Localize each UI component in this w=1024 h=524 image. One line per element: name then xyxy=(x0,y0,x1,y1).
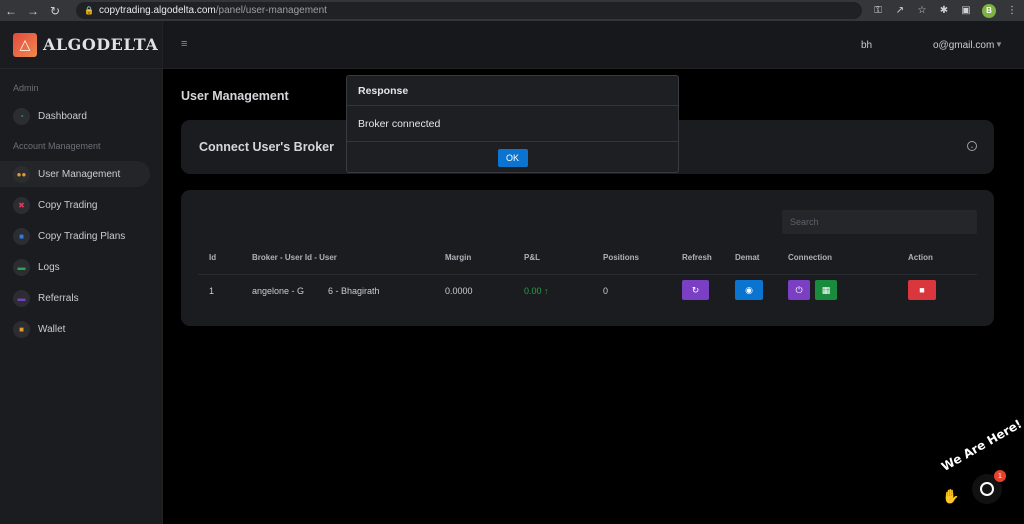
star-icon[interactable]: ☆ xyxy=(916,5,928,17)
brand[interactable]: △ ALGODELTA xyxy=(0,21,162,69)
ok-button[interactable]: OK xyxy=(497,148,528,167)
sidebar-item-label: Wallet xyxy=(38,323,66,335)
column-header-action: Action xyxy=(908,253,933,262)
chat-widget[interactable]: We Are Here! ✋ 1 xyxy=(938,417,1024,524)
trash-icon: ■ xyxy=(919,285,925,295)
demat-view-button[interactable]: ◉ xyxy=(735,280,763,300)
top-bar: ≡ bh o@gmail.com ▼ xyxy=(163,21,1024,69)
connect-broker-title[interactable]: Connect User's Broker xyxy=(199,140,334,154)
sidebar-item-label: User Management xyxy=(38,168,121,180)
referral-icon: ▬ xyxy=(13,289,30,307)
power-button[interactable]: ⏻ xyxy=(788,280,810,300)
chevron-down-icon[interactable]: ▼ xyxy=(995,40,1003,49)
sidebar-item-logs[interactable]: ▬ Logs xyxy=(0,254,150,280)
cell-positions: 0 xyxy=(603,286,609,296)
refresh-button[interactable]: ↻ xyxy=(682,280,709,300)
url-host: copytrading.algodelta.com xyxy=(99,5,216,16)
section-label-account: Account Management xyxy=(13,141,101,151)
column-header-positions: Positions xyxy=(603,253,640,262)
copy-icon: ✖ xyxy=(13,196,30,214)
users-table-card: Id Broker - User Id - User Margin P&L Po… xyxy=(181,190,994,326)
column-header-pl: P&L xyxy=(524,253,540,262)
chat-badge: 1 xyxy=(994,470,1006,482)
lock-icon: 🔒 xyxy=(84,6,94,15)
cell-id: 1 xyxy=(209,286,215,296)
modal-footer: OK xyxy=(347,142,678,173)
sidebar-item-copy-trading[interactable]: ✖ Copy Trading xyxy=(0,192,150,218)
column-header-margin: Margin xyxy=(445,253,472,262)
menu-dots-icon[interactable]: ⋮ xyxy=(1006,5,1018,17)
users-icon: ●● xyxy=(13,165,30,183)
delete-button[interactable]: ■ xyxy=(908,280,936,300)
sidebar-item-dashboard[interactable]: ◔ Dashboard xyxy=(0,103,150,129)
cell-pl: 0.00 ↑ xyxy=(524,286,549,296)
sidebar-item-label: Logs xyxy=(38,261,60,273)
share-icon[interactable]: ↗ xyxy=(894,5,906,17)
response-modal: Response Broker connected OK xyxy=(346,75,679,173)
plans-icon: ■ xyxy=(13,227,30,245)
sidepanel-icon[interactable]: ▣ xyxy=(960,5,972,17)
wallet-icon: ■ xyxy=(13,320,30,338)
extensions-icon[interactable]: ✱ xyxy=(938,5,950,17)
sidebar-item-label: Copy Trading xyxy=(38,199,98,211)
chat-label: We Are Here! xyxy=(939,416,1024,474)
connect-broker-button[interactable]: ▦ xyxy=(815,280,837,300)
table-divider xyxy=(198,274,977,275)
brand-name: ALGODELTA xyxy=(43,35,159,54)
sidebar-item-user-management[interactable]: ●● User Management xyxy=(0,161,150,187)
column-header-broker: Broker - User Id - User xyxy=(252,253,337,262)
forward-icon[interactable]: → xyxy=(22,0,44,21)
section-label-admin: Admin xyxy=(13,83,39,93)
user-short-name: bh xyxy=(861,40,873,51)
url-path: /panel/user-management xyxy=(215,5,327,16)
gauge-icon: ◔ xyxy=(13,107,30,125)
column-header-connection: Connection xyxy=(788,253,832,262)
modal-message: Broker connected xyxy=(347,106,678,142)
chevron-circle-icon[interactable]: ⌄ xyxy=(967,141,977,151)
hamburger-icon[interactable]: ≡ xyxy=(181,38,187,50)
column-header-demat: Demat xyxy=(735,253,760,262)
cell-broker: angelone - G xyxy=(252,286,305,296)
sidebar-item-label: Copy Trading Plans xyxy=(38,230,126,242)
sidebar: △ ALGODELTA Admin ◔ Dashboard Account Ma… xyxy=(0,21,163,524)
reload-icon[interactable]: ↻ xyxy=(44,0,66,21)
sidebar-item-label: Referrals xyxy=(38,292,79,304)
logo-icon: △ xyxy=(13,32,37,57)
column-header-refresh: Refresh xyxy=(682,253,712,262)
page-title: User Management xyxy=(181,89,289,103)
cell-margin: 0.0000 xyxy=(445,286,473,296)
browser-toolbar: ← → ↻ 🔒 copytrading.algodelta.com /panel… xyxy=(0,0,1024,21)
key-icon[interactable]: ⚿ xyxy=(872,5,884,17)
connection-icon: ▦ xyxy=(821,284,831,295)
profile-avatar[interactable]: B xyxy=(982,3,996,18)
power-icon: ⏻ xyxy=(795,284,803,295)
sidebar-item-wallet[interactable]: ■ Wallet xyxy=(0,316,150,342)
logs-icon: ▬ xyxy=(13,258,30,276)
modal-title: Response xyxy=(347,76,678,106)
column-header-id: Id xyxy=(209,253,217,262)
search-input[interactable] xyxy=(782,210,977,234)
refresh-icon: ↻ xyxy=(691,284,700,295)
address-bar[interactable]: 🔒 copytrading.algodelta.com /panel/user-… xyxy=(76,2,862,19)
eye-icon: ◉ xyxy=(745,284,753,295)
cell-user: 6 - Bhagirath xyxy=(328,286,380,296)
wave-hand-icon: ✋ xyxy=(942,488,960,504)
sidebar-item-label: Dashboard xyxy=(38,110,87,122)
sidebar-item-referrals[interactable]: ▬ Referrals xyxy=(0,285,150,311)
sidebar-item-copy-trading-plans[interactable]: ■ Copy Trading Plans xyxy=(0,223,150,249)
user-email[interactable]: o@gmail.com xyxy=(933,40,994,51)
back-icon[interactable]: ← xyxy=(0,0,22,21)
